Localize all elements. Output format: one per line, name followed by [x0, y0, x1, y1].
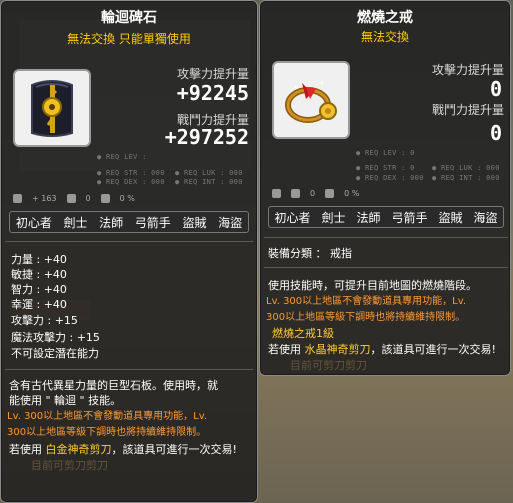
- percent-icon: [325, 189, 335, 198]
- battle-power-label: 戰鬥力提升量: [432, 103, 505, 117]
- job-beginner: 初心者: [274, 210, 311, 225]
- item-mini-info-row: + 163 0 0 %: [13, 194, 135, 203]
- stat-magic-attack: 魔法攻擊力 : +15: [11, 331, 100, 344]
- hammer-value: 0: [85, 194, 91, 203]
- percent-value: 0 %: [119, 194, 135, 203]
- description-line-1: 使用技能時，可提升目前地圖的燃燒階段。: [268, 279, 477, 292]
- attack-increase-label: 攻擊力提升量: [432, 63, 505, 77]
- divider: [5, 369, 253, 370]
- hammer-value: 0: [310, 189, 316, 198]
- stat-attack: 攻擊力 : +15: [11, 314, 78, 327]
- stat-dex: 敏捷 : +40: [11, 268, 67, 281]
- attack-increase-value: 0: [489, 77, 502, 101]
- job-beginner: 初心者: [15, 215, 52, 230]
- req-int: ● REQ INT : 000: [432, 174, 500, 182]
- scissors-prefix: 若使用: [9, 443, 42, 456]
- req-level: ● REQ LEV : 0: [356, 149, 415, 157]
- hammer-icon: [291, 189, 300, 198]
- item-icon-frame: [272, 61, 350, 139]
- req-int: ● REQ INT : 000: [175, 178, 243, 186]
- item-icon-frame: [13, 69, 91, 147]
- battle-power-value: +297252: [164, 125, 249, 149]
- upgrade-count: + 163: [32, 194, 57, 203]
- trade-restriction: 無法交換 只能單獨使用: [67, 32, 191, 46]
- req-dex: ● REQ DEX : 000: [97, 178, 165, 186]
- description-line-3: Lv. 300以上地區不會發動道具專用功能，Lv.: [7, 411, 208, 422]
- stat-str: 力量 : +40: [11, 253, 67, 266]
- description-line-6: 目前可剪刀剪刀: [31, 459, 108, 472]
- job-requirement-bar: 初心者 劍士 法師 弓箭手 盜賊 海盜: [9, 211, 249, 233]
- scroll-icon: [13, 194, 22, 203]
- req-luk: ● REQ LUK : 000: [432, 164, 500, 172]
- job-pirate: 海盜: [473, 210, 498, 225]
- job-magician: 法師: [99, 215, 124, 230]
- req-level: ● REQ LEV :: [97, 153, 147, 161]
- job-magician: 法師: [356, 210, 381, 225]
- req-dex: ● REQ DEX : 000: [356, 174, 424, 182]
- stat-int: 智力 : +40: [11, 283, 67, 296]
- job-archer: 弓箭手: [391, 210, 428, 225]
- item-tooltip-left: 輪迴碑石 無法交換 只能單獨使用 攻擊力提升量 +92245 戰鬥力提升量 +2…: [0, 0, 258, 503]
- scissors-name: 水晶神奇剪刀: [304, 343, 371, 356]
- percent-icon: [100, 194, 110, 203]
- job-warrior: 劍士: [63, 215, 88, 230]
- scissors-prefix: 若使用: [268, 343, 301, 356]
- equipment-category: 裝備分類 ： 戒指: [268, 247, 352, 260]
- percent-value: 0 %: [344, 189, 360, 198]
- job-requirement-bar: 初心者 劍士 法師 弓箭手 盜賊 海盜: [268, 206, 504, 228]
- divider: [264, 267, 508, 268]
- job-thief: 盜賊: [438, 210, 463, 225]
- attack-increase-label: 攻擊力提升量: [177, 67, 250, 81]
- ring-icon: [285, 81, 337, 123]
- scissors-suffix: ，該道具可進行一次交易!: [111, 443, 237, 456]
- hammer-icon: [66, 194, 76, 203]
- scroll-icon: [272, 189, 281, 198]
- battle-power-value: 0: [489, 121, 502, 145]
- description-line-4: 燃燒之戒1級: [272, 327, 334, 340]
- trade-restriction: 無法交換: [360, 30, 409, 44]
- scissors-suffix: ，該道具可進行一次交易!: [370, 343, 496, 356]
- potential-note: 不可設定潛在能力: [11, 347, 99, 360]
- description-line-5: 若使用 白金神奇剪刀，該道具可進行一次交易!: [9, 443, 237, 456]
- job-archer: 弓箭手: [134, 215, 171, 230]
- job-thief: 盜賊: [182, 215, 207, 230]
- req-str: ● REQ STR : 000: [97, 169, 165, 177]
- description-line-1: 含有古代異星力量的巨型石板。使用時，就: [9, 379, 218, 392]
- attack-increase-value: +92245: [176, 81, 249, 105]
- description-line-3: 300以上地區等級下調時也將持續維持限制。: [266, 312, 466, 323]
- description-line-2: Lv. 300以上地區不會發動道具專用功能，Lv.: [266, 296, 467, 307]
- item-name: 輪迴碑石: [101, 10, 157, 26]
- job-warrior: 劍士: [321, 210, 346, 225]
- stat-luk: 幸運 : +40: [11, 298, 67, 311]
- item-tooltip-right: 燃燒之戒 無法交換 攻擊力提升量 0 戰鬥力提升量 0 ● REQ LEV : …: [259, 0, 511, 376]
- req-str: ● REQ STR : 0: [356, 164, 415, 172]
- description-line-5: 若使用 水晶神奇剪刀，該道具可進行一次交易!: [268, 343, 496, 356]
- req-luk: ● REQ LUK : 000: [175, 169, 243, 177]
- divider: [5, 241, 253, 242]
- description-line-2: 能使用 " 輪迴 " 技能。: [9, 394, 122, 407]
- stone-tablet-icon: [31, 80, 73, 137]
- divider: [264, 237, 508, 238]
- description-line-4: 300以上地區等級下調時也將持續維持限制。: [7, 427, 207, 438]
- job-pirate: 海盜: [218, 215, 243, 230]
- scissors-name: 白金神奇剪刀: [45, 443, 112, 456]
- item-name: 燃燒之戒: [357, 10, 413, 26]
- description-line-6: 目前可剪刀剪刀: [290, 359, 367, 372]
- item-mini-info-row: 0 0 %: [272, 189, 359, 198]
